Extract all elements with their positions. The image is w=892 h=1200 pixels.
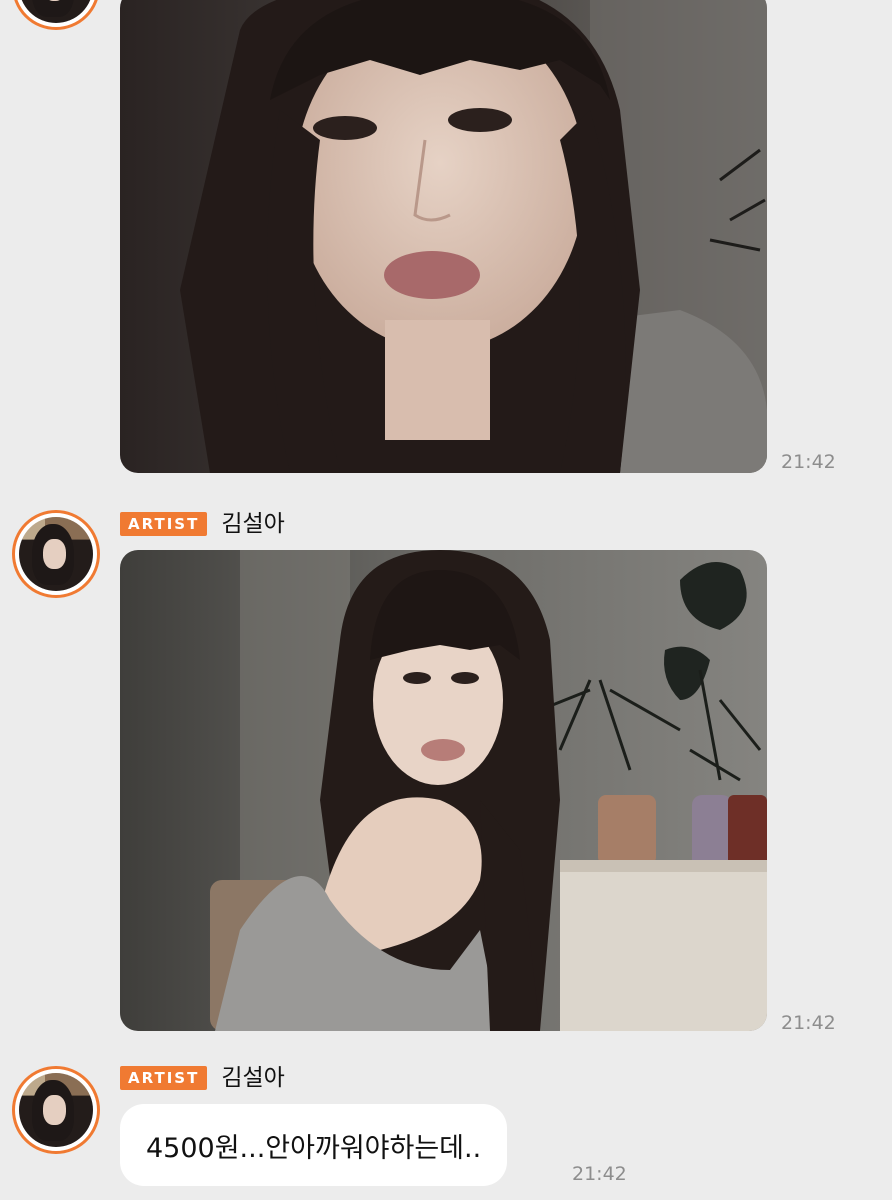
photo-message[interactable] [120,0,767,473]
sender-avatar[interactable] [12,1066,100,1154]
photo-message[interactable] [120,550,767,1031]
sender-name-row: ARTIST 김설아 [120,510,285,538]
message-time: 21:42 [781,451,836,473]
message-time: 21:42 [572,1163,627,1185]
photo-image [120,550,767,1031]
avatar-image [19,517,93,591]
sender-avatar[interactable] [12,0,100,30]
sender-avatar[interactable] [12,510,100,598]
artist-badge: ARTIST [120,1066,208,1090]
sender-name-row: ARTIST 김설아 [120,1064,285,1092]
sender-name[interactable]: 김설아 [221,510,284,538]
artist-badge: ARTIST [120,512,208,536]
photo-image [120,0,767,473]
avatar-image [19,0,93,23]
sender-name[interactable]: 김설아 [221,1064,284,1092]
avatar-image [19,1073,93,1147]
message-text: 4500원...안아까워야하는데.. [146,1132,482,1164]
message-time: 21:42 [781,1012,836,1034]
text-message-bubble[interactable]: 4500원...안아까워야하는데.. [120,1104,508,1186]
